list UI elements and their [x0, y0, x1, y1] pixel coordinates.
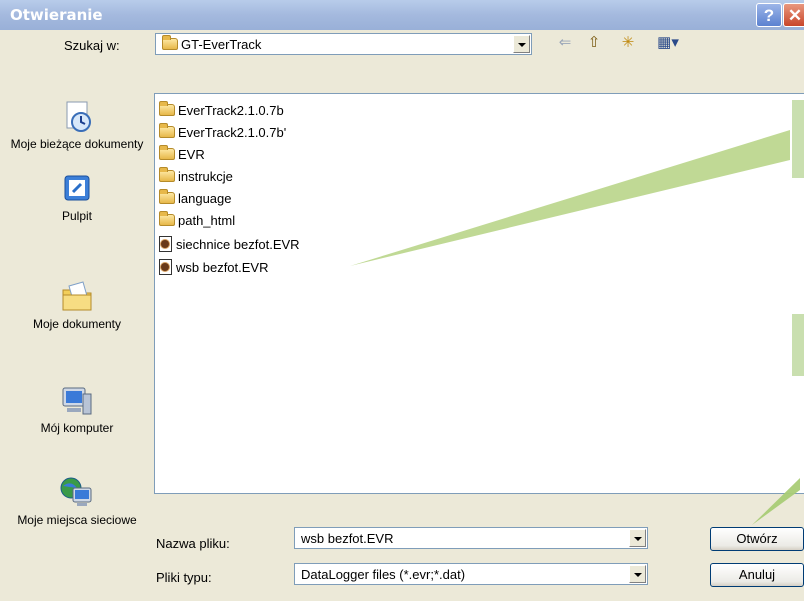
list-item[interactable]: EverTrack2.1.0.7b' — [159, 122, 286, 144]
place-label: Moje bieżące dokumenty — [10, 137, 144, 151]
filetype-label: Pliki typu: — [156, 570, 212, 585]
file-name: EverTrack2.1.0.7b — [178, 103, 284, 118]
place-recent-documents[interactable]: Moje bieżące dokumenty — [5, 100, 149, 152]
close-button[interactable]: ✕ — [783, 3, 804, 27]
place-label: Pulpit — [61, 209, 93, 223]
file-list[interactable]: EverTrack2.1.0.7b EverTrack2.1.0.7b' EVR… — [154, 93, 804, 494]
list-item[interactable]: path_html — [159, 210, 235, 232]
filetype-value: DataLogger files (*.evr;*.dat) — [301, 567, 466, 582]
list-item[interactable]: EverTrack2.1.0.7b — [159, 100, 284, 122]
filename-label: Nazwa pliku: — [156, 536, 230, 551]
lookin-value: GT-EverTrack — [181, 37, 262, 52]
chevron-down-icon[interactable] — [629, 565, 646, 583]
file-name: wsb bezfot.EVR — [176, 260, 269, 275]
file-name: EverTrack2.1.0.7b' — [178, 125, 287, 140]
list-item[interactable]: EVR — [159, 144, 205, 166]
file-name: EVR — [178, 147, 205, 162]
my-computer-icon — [62, 387, 92, 415]
file-name: language — [178, 191, 232, 206]
folder-icon — [162, 35, 178, 50]
lookin-label: Szukaj w: — [64, 38, 120, 53]
chevron-down-icon[interactable] — [513, 35, 530, 53]
folder-icon — [159, 123, 175, 138]
place-label: Moje miejsca sieciowe — [17, 513, 137, 527]
chevron-down-icon[interactable] — [629, 529, 646, 547]
place-network[interactable]: Moje miejsca sieciowe — [5, 476, 149, 528]
place-desktop[interactable]: Pulpit — [5, 172, 149, 224]
place-label: Moje dokumenty — [32, 317, 122, 331]
lookin-dropdown[interactable]: GT-EverTrack — [155, 33, 532, 55]
list-item[interactable]: language — [159, 188, 232, 210]
back-icon[interactable]: ⇐ — [555, 34, 575, 52]
callout-box — [792, 100, 804, 178]
up-folder-icon[interactable]: ⇧ — [584, 34, 604, 52]
my-documents-icon — [62, 281, 92, 311]
folder-icon — [159, 189, 175, 204]
place-label: Mój komputer — [40, 421, 114, 435]
folder-icon — [159, 167, 175, 182]
place-my-documents[interactable]: Moje dokumenty — [5, 280, 149, 332]
file-name: path_html — [178, 213, 236, 228]
recent-documents-icon — [66, 101, 91, 132]
filetype-dropdown[interactable]: DataLogger files (*.evr;*.dat) — [294, 563, 648, 585]
help-button[interactable]: ? — [756, 3, 782, 27]
places-bar: Moje bieżące dokumenty Pulpit Moje dokum… — [5, 64, 149, 584]
callout-box — [792, 314, 804, 376]
folder-icon — [159, 211, 175, 226]
file-name: instrukcje — [178, 169, 233, 184]
filename-input[interactable]: wsb bezfot.EVR — [294, 527, 648, 549]
view-menu-icon[interactable]: ▦▾ — [652, 34, 684, 52]
cancel-button[interactable]: Anuluj — [710, 563, 804, 587]
new-folder-icon[interactable]: ✳ — [618, 34, 638, 52]
evr-file-icon — [159, 259, 172, 275]
open-button[interactable]: Otwórz — [710, 527, 804, 551]
folder-icon — [159, 101, 175, 116]
place-my-computer[interactable]: Mój komputer — [5, 384, 149, 436]
folder-icon — [159, 145, 175, 160]
window-title: Otwieranie — [10, 6, 103, 24]
desktop-icon — [64, 175, 90, 201]
title-bar[interactable]: Otwieranie ? ✕ — [0, 0, 804, 30]
evr-file-icon — [159, 236, 172, 252]
network-places-icon — [60, 477, 92, 506]
list-item[interactable]: instrukcje — [159, 166, 233, 188]
filename-value: wsb bezfot.EVR — [301, 531, 394, 546]
list-item[interactable]: wsb bezfot.EVR — [159, 257, 269, 279]
list-item[interactable]: siechnice bezfot.EVR — [159, 234, 300, 256]
file-name: siechnice bezfot.EVR — [176, 237, 300, 252]
